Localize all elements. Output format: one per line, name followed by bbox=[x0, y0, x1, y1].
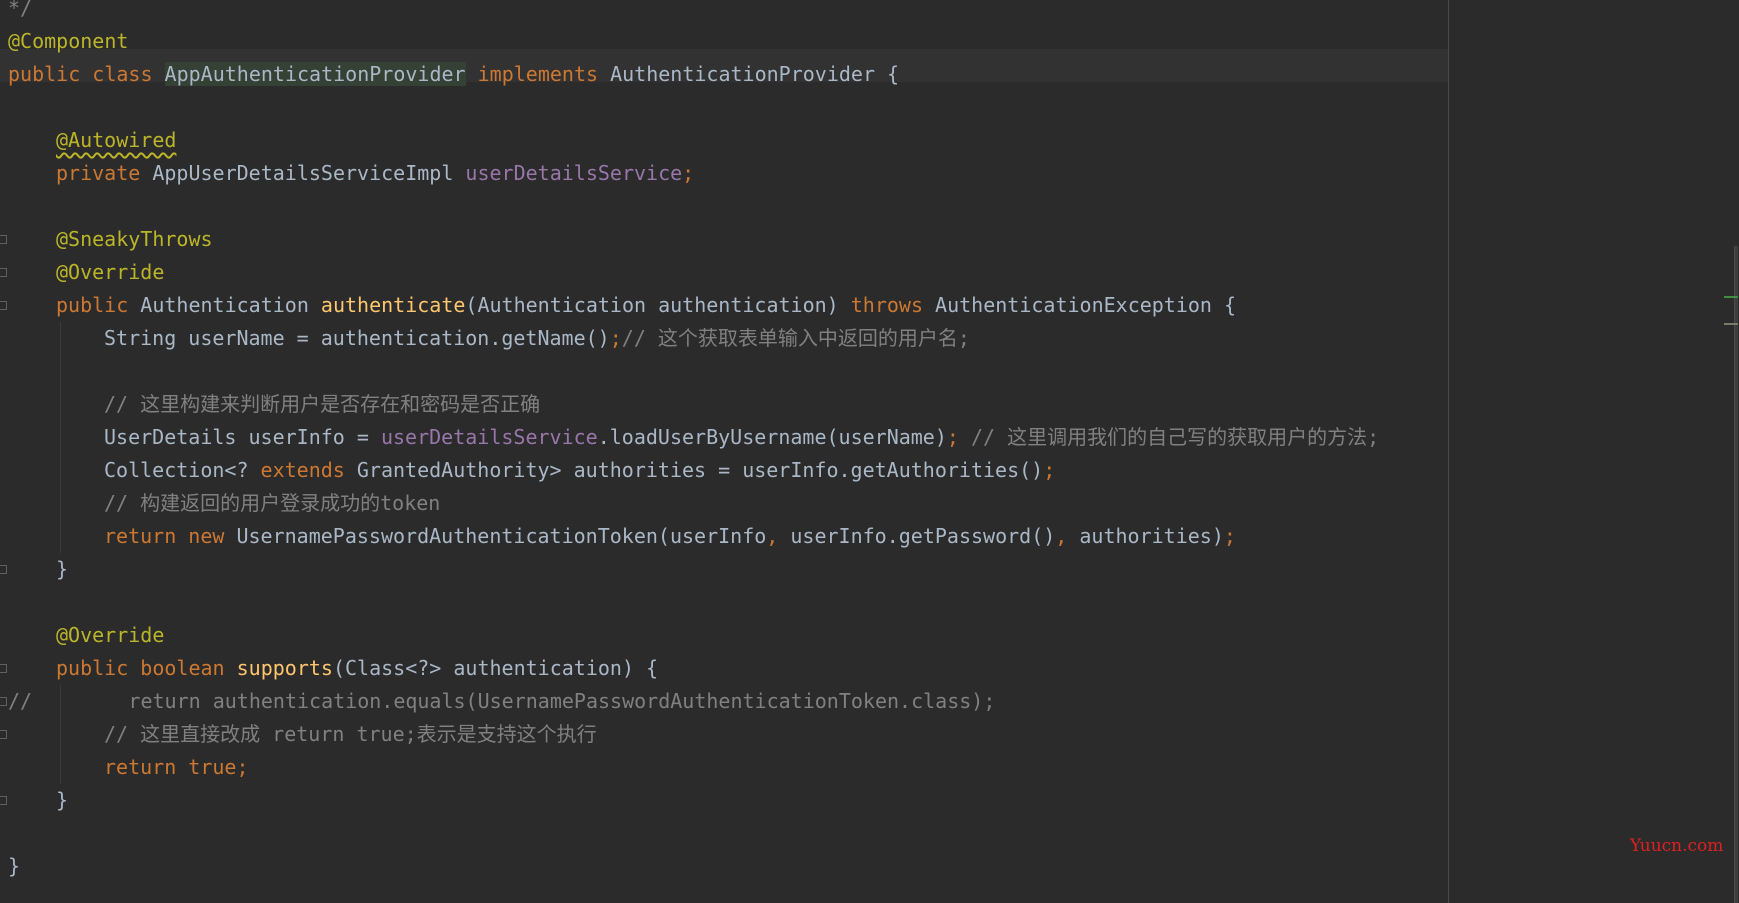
code-token: @SneakyThrows bbox=[56, 227, 213, 251]
code-line[interactable]: public Authentication authenticate(Authe… bbox=[56, 289, 1236, 322]
code-line[interactable]: // 构建返回的用户登录成功的token bbox=[104, 487, 440, 520]
code-token: UserDetails userInfo = bbox=[104, 425, 381, 449]
code-token: authenticate bbox=[320, 293, 466, 317]
code-line[interactable]: return new UsernamePasswordAuthenticatio… bbox=[104, 520, 1236, 553]
code-token: // return authentication.equals(Username… bbox=[8, 689, 996, 713]
code-token: class bbox=[92, 62, 165, 86]
code-line[interactable]: } bbox=[56, 553, 68, 586]
code-token: return bbox=[104, 755, 189, 779]
fold-marker-icon[interactable] bbox=[0, 697, 7, 706]
code-line[interactable]: public boolean supports(Class<?> authent… bbox=[56, 652, 658, 685]
code-token: ; bbox=[1223, 524, 1236, 548]
scrollbar-thumb[interactable] bbox=[1734, 246, 1738, 903]
code-token: public bbox=[56, 656, 141, 680]
code-line[interactable]: } bbox=[56, 784, 68, 817]
code-token: userInfo.getPassword() bbox=[790, 524, 1056, 548]
code-token: ; bbox=[236, 755, 249, 779]
code-editor[interactable]: */ @Component public class AppAuthenticati… bbox=[0, 0, 1739, 903]
code-line[interactable]: @Override bbox=[56, 619, 164, 652]
code-line[interactable]: // return authentication.equals(Username… bbox=[8, 685, 995, 718]
code-line[interactable]: @SneakyThrows bbox=[56, 223, 213, 256]
watermark-text: Yuucn.com bbox=[1630, 836, 1724, 856]
code-token: GrantedAuthority> authorities = userInfo… bbox=[356, 458, 1044, 482]
scrollbar-change-marker[interactable] bbox=[1724, 296, 1738, 298]
code-token: true bbox=[188, 755, 237, 779]
code-token: // 这个获取表单输入中返回的用户名; bbox=[621, 326, 970, 350]
scrollbar-warning-marker[interactable] bbox=[1724, 323, 1738, 325]
code-token: public bbox=[56, 293, 141, 317]
code-token: AppAuthenticationProvider bbox=[164, 62, 466, 86]
code-token: throws bbox=[850, 293, 936, 317]
fold-marker-icon[interactable] bbox=[0, 664, 7, 673]
code-line[interactable]: */ bbox=[8, 0, 32, 25]
code-line[interactable]: Collection<? extends GrantedAuthority> a… bbox=[104, 454, 1055, 487]
code-line[interactable]: UserDetails userInfo = userDetailsServic… bbox=[104, 421, 1379, 454]
code-token: // 构建返回的用户登录成功的token bbox=[104, 491, 441, 515]
code-token: } bbox=[56, 557, 69, 581]
code-token: , bbox=[1055, 524, 1080, 548]
code-line[interactable]: // 这里构建来判断用户是否存在和密码是否正确 bbox=[104, 388, 540, 421]
code-token: // 这里调用我们的自己写的获取用户的方法; bbox=[971, 425, 1380, 449]
code-token: , bbox=[766, 524, 791, 548]
code-token: (Class<?> authentication) { bbox=[332, 656, 659, 680]
code-token: new bbox=[188, 524, 237, 548]
fold-marker-icon[interactable] bbox=[0, 268, 7, 277]
code-token: String userName = authentication.getName… bbox=[104, 326, 610, 350]
right-margin-guide bbox=[1448, 0, 1449, 903]
code-token: } bbox=[56, 788, 69, 812]
code-line[interactable]: String userName = authentication.getName… bbox=[104, 322, 970, 355]
code-token: authorities) bbox=[1079, 524, 1224, 548]
code-token: .loadUserByUsername(userName) bbox=[597, 425, 947, 449]
code-token: public bbox=[8, 62, 93, 86]
code-token: ; bbox=[682, 161, 695, 185]
fold-marker-icon[interactable] bbox=[0, 301, 7, 310]
code-token: ; bbox=[1043, 458, 1056, 482]
code-line[interactable]: } bbox=[8, 850, 20, 883]
code-token: // 这里构建来判断用户是否存在和密码是否正确 bbox=[104, 392, 541, 416]
code-token: UsernamePasswordAuthenticationToken(user… bbox=[236, 524, 767, 548]
fold-marker-icon[interactable] bbox=[0, 796, 7, 805]
code-token: Collection<? bbox=[104, 458, 261, 482]
code-token: AppUserDetailsServiceImpl bbox=[152, 161, 466, 185]
fold-marker-icon[interactable] bbox=[0, 235, 7, 244]
code-line[interactable]: return true; bbox=[104, 751, 249, 784]
code-token: userDetailsService bbox=[380, 425, 598, 449]
code-token: Authentication bbox=[140, 293, 321, 317]
fold-marker-icon[interactable] bbox=[0, 730, 7, 739]
code-token: @Override bbox=[56, 623, 165, 647]
code-token: return bbox=[104, 524, 189, 548]
code-token: ; bbox=[609, 326, 622, 350]
code-token: ; bbox=[946, 425, 971, 449]
code-token: boolean bbox=[140, 656, 237, 680]
code-token: AuthenticationException { bbox=[935, 293, 1237, 317]
code-token: supports bbox=[236, 656, 333, 680]
fold-marker-icon[interactable] bbox=[0, 565, 7, 574]
code-token: */ bbox=[8, 0, 33, 20]
code-token: } bbox=[8, 854, 21, 878]
code-line[interactable]: @Component bbox=[8, 25, 128, 58]
code-token: @Component bbox=[8, 29, 129, 53]
code-line[interactable]: @Override bbox=[56, 256, 164, 289]
code-token: @Override bbox=[56, 260, 165, 284]
code-line[interactable]: // 这里直接改成 return true;表示是支持这个执行 bbox=[104, 718, 597, 751]
code-line[interactable]: public class AppAuthenticationProvider i… bbox=[8, 58, 899, 91]
code-line[interactable]: private AppUserDetailsServiceImpl userDe… bbox=[56, 157, 694, 190]
indent-guide-line bbox=[60, 322, 61, 553]
code-token: @Autowired bbox=[56, 128, 177, 152]
code-token: implements bbox=[477, 62, 611, 86]
code-token: (Authentication authentication) bbox=[465, 293, 851, 317]
code-token: // 这里直接改成 return true;表示是支持这个执行 bbox=[104, 722, 597, 746]
code-line[interactable]: @Autowired bbox=[56, 124, 176, 157]
code-token: extends bbox=[260, 458, 357, 482]
code-token: private bbox=[56, 161, 153, 185]
code-token: userDetailsService bbox=[465, 161, 683, 185]
code-token: AuthenticationProvider { bbox=[610, 62, 900, 86]
